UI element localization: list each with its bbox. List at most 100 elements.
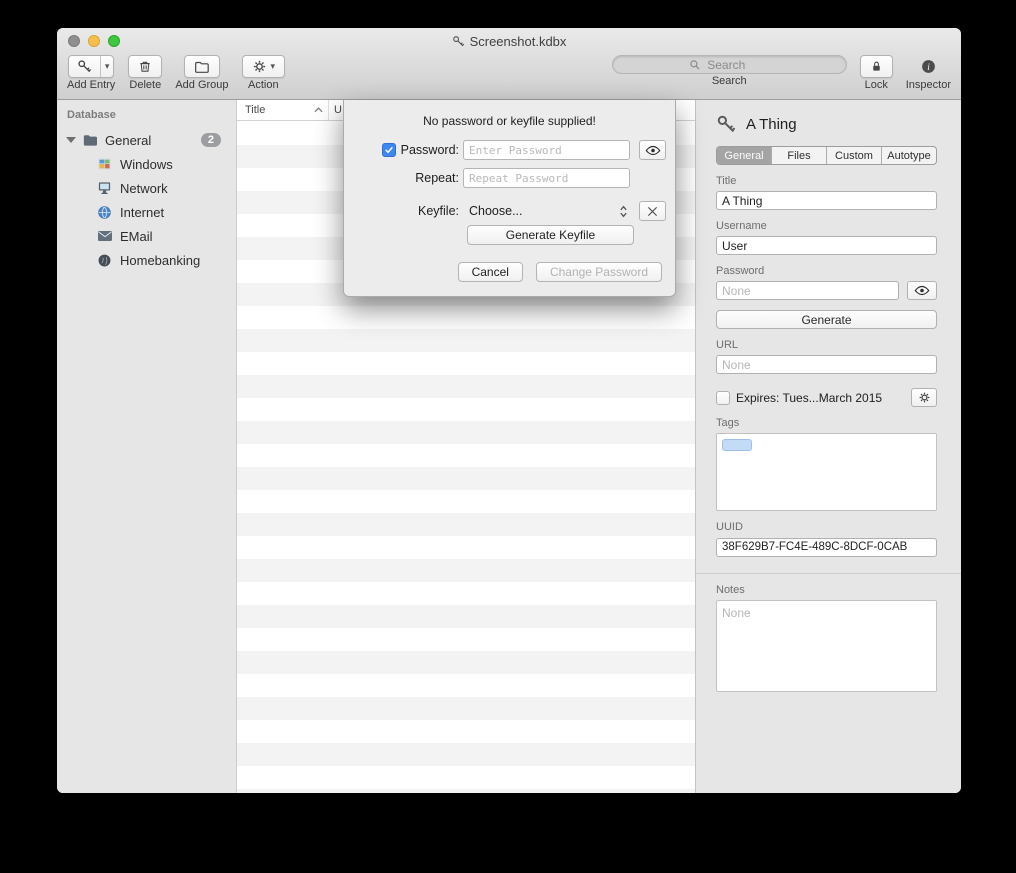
tab-autotype[interactable]: Autotype	[881, 147, 936, 164]
uuid-input[interactable]	[716, 538, 937, 557]
chevron-down-icon: ▾	[105, 61, 110, 72]
username-input[interactable]	[716, 236, 937, 255]
generate-keyfile-button[interactable]: Generate Keyfile	[467, 225, 634, 245]
sidebar-item-windows[interactable]: Windows	[57, 152, 236, 176]
tab-label: Custom	[835, 150, 873, 162]
entry-header: A Thing	[716, 114, 937, 134]
username-field-label: Username	[716, 220, 937, 232]
sidebar-item-label: Network	[120, 181, 168, 196]
minimize-button[interactable]	[88, 35, 100, 47]
action-button[interactable]: ▾	[242, 55, 286, 78]
change-password-sheet: No password or keyfile supplied! Passwor…	[343, 100, 676, 297]
window-chrome: Screenshot.kdbx ▾ Add Entry	[57, 28, 961, 100]
delete-tool: Delete	[128, 55, 162, 91]
password-input[interactable]	[716, 281, 899, 300]
title-input[interactable]	[716, 191, 937, 210]
repeat-label: Repeat:	[415, 171, 459, 185]
add-entry-button[interactable]: ▾	[68, 55, 115, 78]
tab-custom[interactable]: Custom	[826, 147, 881, 164]
tab-general[interactable]: General	[717, 147, 771, 164]
url-input[interactable]	[716, 355, 937, 374]
repeat-row: Repeat:	[357, 168, 662, 188]
tab-files[interactable]: Files	[771, 147, 826, 164]
reveal-password-button[interactable]	[639, 140, 666, 160]
window-title-area: Screenshot.kdbx	[57, 28, 961, 54]
entry-count-badge: 2	[201, 133, 221, 147]
generate-password-button[interactable]: Generate	[716, 310, 937, 329]
generate-label: Generate	[801, 313, 851, 327]
sidebar-item-homebanking[interactable]: Homebanking	[57, 248, 236, 272]
search-field[interactable]	[612, 55, 847, 74]
inspector-tabs: General Files Custom Autotype	[716, 146, 937, 165]
add-entry-label: Add Entry	[67, 79, 115, 91]
keyfile-popup[interactable]: Choose...	[463, 201, 630, 221]
password-input[interactable]	[463, 140, 630, 160]
search-label: Search	[712, 75, 747, 87]
clear-keyfile-button[interactable]	[639, 201, 666, 221]
cancel-label: Cancel	[472, 265, 509, 279]
tags-box[interactable]	[716, 433, 937, 511]
zoom-button[interactable]	[108, 35, 120, 47]
notes-placeholder: None	[722, 606, 751, 620]
column-header-username[interactable]: U	[329, 104, 342, 116]
lock-tool: Lock	[860, 55, 893, 91]
add-group-tool: Add Group	[175, 55, 228, 91]
trash-icon	[138, 59, 152, 74]
notes-box[interactable]: None	[716, 600, 937, 692]
password-label: Password:	[401, 143, 459, 157]
folder-icon	[82, 132, 99, 149]
url-field-label: URL	[716, 339, 937, 351]
sidebar-item-email[interactable]: EMail	[57, 224, 236, 248]
delete-button[interactable]	[128, 55, 162, 78]
password-field-label: Password	[716, 265, 937, 277]
key-plus-icon	[69, 56, 100, 77]
sidebar-item-network[interactable]: Network	[57, 176, 236, 200]
app-window: Screenshot.kdbx ▾ Add Entry	[57, 28, 961, 793]
sheet-actions: Cancel Change Password	[357, 262, 662, 282]
info-icon: i	[920, 58, 937, 75]
lock-label: Lock	[865, 79, 888, 91]
windows-icon	[97, 156, 114, 173]
add-entry-dropdown-arrow[interactable]: ▾	[100, 56, 114, 77]
uuid-label: UUID	[716, 521, 937, 533]
sidebar-item-label: Homebanking	[120, 253, 200, 268]
close-button[interactable]	[68, 35, 80, 47]
lock-button[interactable]	[860, 55, 893, 78]
sidebar-item-general[interactable]: General 2	[57, 128, 236, 152]
action-label: Action	[248, 79, 279, 91]
expires-checkbox[interactable]	[716, 391, 730, 405]
change-password-button: Change Password	[536, 262, 662, 282]
disclosure-triangle-icon[interactable]	[66, 137, 76, 143]
search-input[interactable]	[705, 57, 769, 73]
column-header-title[interactable]: Title	[237, 100, 329, 120]
inspector-button[interactable]: i	[920, 55, 937, 78]
password-checkbox[interactable]	[382, 143, 396, 157]
title-field-label: Title	[716, 175, 937, 187]
keyfile-label: Keyfile:	[418, 204, 459, 218]
eye-icon	[914, 285, 930, 296]
add-group-label: Add Group	[175, 79, 228, 91]
gear-icon	[252, 59, 267, 74]
key-icon	[716, 114, 736, 134]
inspector-panel: A Thing General Files Custom Autotype Ti…	[695, 100, 961, 793]
sidebar-item-label: Windows	[120, 157, 173, 172]
traffic-lights	[68, 35, 120, 47]
reveal-password-button[interactable]	[907, 281, 937, 300]
sidebar: Database General 2 Windows Network	[57, 100, 237, 793]
column-header-label: Title	[245, 104, 265, 116]
document-key-icon	[452, 35, 465, 48]
repeat-password-input[interactable]	[463, 168, 630, 188]
coin-icon	[97, 252, 114, 269]
add-group-button[interactable]	[184, 55, 220, 78]
stepper-icon	[619, 204, 628, 219]
gear-icon	[918, 391, 931, 404]
lock-icon	[870, 59, 883, 74]
delete-label: Delete	[129, 79, 161, 91]
tab-label: General	[724, 150, 763, 162]
eye-icon	[645, 145, 661, 156]
expires-label: Expires: Tues...March 2015	[736, 391, 882, 405]
tag-token[interactable]	[722, 439, 752, 451]
sidebar-item-internet[interactable]: Internet	[57, 200, 236, 224]
expires-settings-button[interactable]	[911, 388, 937, 407]
cancel-button[interactable]: Cancel	[458, 262, 523, 282]
